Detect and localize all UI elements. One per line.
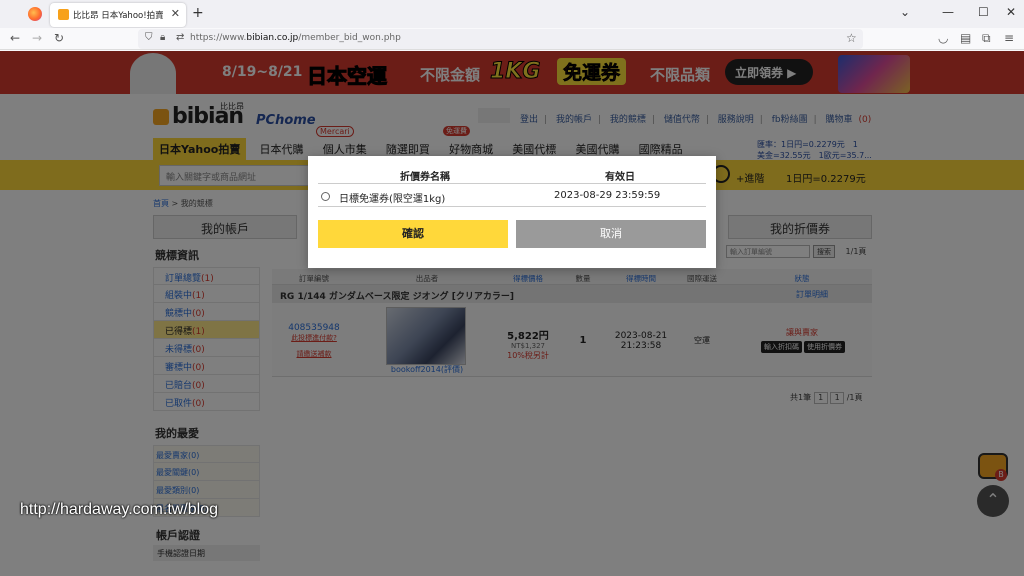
modal-overlay[interactable]	[0, 51, 1024, 576]
coupon-table-header: 折價券名稱 有效日	[318, 166, 706, 184]
maximize-icon[interactable]: ☐	[978, 5, 989, 19]
close-tab-icon[interactable]: ✕	[171, 7, 180, 20]
back-icon[interactable]: ←	[10, 31, 20, 45]
site-favicon-icon	[58, 9, 69, 20]
lock-icon[interactable]: 🔒︎	[160, 32, 165, 43]
reload-icon[interactable]: ↻	[54, 31, 64, 45]
tab-list-icon[interactable]: ⌄	[900, 5, 910, 19]
browser-nav-bar: ← → ↻ ⛉ 🔒︎ ⇄ https://www.bibian.co.jp/me…	[0, 28, 1024, 50]
coupon-modal: 折價券名稱 有效日 日標免運券(限空運1kg) 2023-08-29 23:59…	[308, 156, 716, 268]
coupon-name-header: 折價券名稱	[400, 172, 450, 183]
coupon-name: 日標免運券(限空運1kg)	[339, 194, 446, 205]
cancel-button[interactable]: 取消	[516, 220, 706, 248]
minimize-icon[interactable]: —	[942, 5, 954, 19]
coupon-radio[interactable]	[321, 192, 330, 201]
firefox-icon[interactable]	[28, 7, 42, 21]
blog-watermark: http://hardaway.com.tw/blog	[20, 501, 219, 518]
new-tab-icon[interactable]: +	[192, 5, 204, 21]
shield-icon[interactable]: ⛉	[145, 32, 153, 43]
reader-view-icon[interactable]: ▤	[960, 31, 971, 45]
url-text: https://www.bibian.co.jp/member_bid_won.…	[190, 33, 401, 43]
coupon-valid-date: 2023-08-29 23:59:59	[554, 190, 661, 201]
browser-tab-bar: 比比昂 日本Yahoo!拍賣代標 | ... ✕ + ⌄ — ☐ ✕	[0, 0, 1024, 28]
bookmark-star-icon[interactable]: ☆	[846, 31, 857, 45]
close-window-icon[interactable]: ✕	[1006, 5, 1016, 19]
pocket-icon[interactable]: ◡	[938, 31, 948, 45]
confirm-button[interactable]: 確認	[318, 220, 508, 248]
coupon-row[interactable]: 日標免運券(限空運1kg) 2023-08-29 23:59:59	[318, 186, 706, 207]
tab-title: 比比昂 日本Yahoo!拍賣代標 | ...	[73, 11, 163, 21]
menu-icon[interactable]: ≡	[1004, 31, 1014, 45]
url-bar[interactable]: ⛉ 🔒︎ ⇄ https://www.bibian.co.jp/member_b…	[138, 29, 863, 49]
forward-icon[interactable]: →	[32, 31, 42, 45]
extensions-icon[interactable]: ⧉	[982, 31, 991, 46]
coupon-valid-header: 有效日	[605, 172, 635, 183]
browser-tab[interactable]: 比比昂 日本Yahoo!拍賣代標 | ... ✕	[50, 3, 186, 27]
permissions-icon[interactable]: ⇄	[176, 32, 184, 43]
